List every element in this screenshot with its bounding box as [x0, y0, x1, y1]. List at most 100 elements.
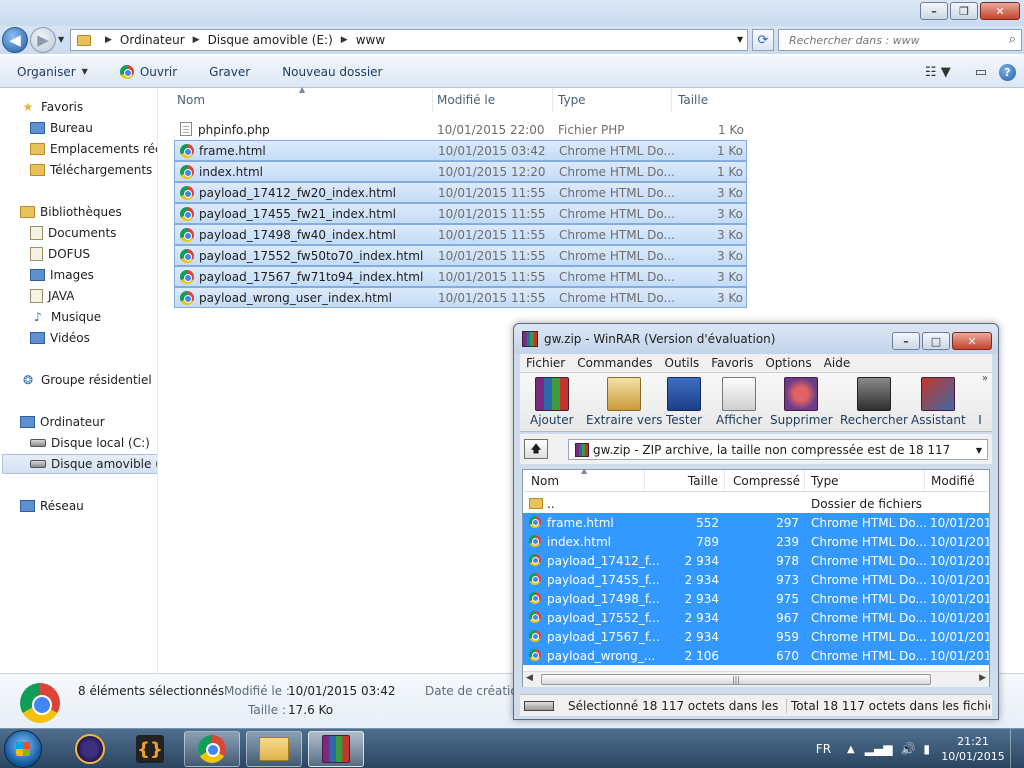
file-row[interactable]: payload_17498_fw40_index.html 10/01/2015…	[174, 224, 747, 245]
forward-button[interactable]: ▶	[30, 27, 56, 53]
nav-removable-disk[interactable]: Disque amovible (E:)	[2, 454, 157, 474]
nav-favorites[interactable]: ★ Favoris	[20, 97, 84, 117]
rar-column-size[interactable]: Taille	[645, 470, 725, 492]
language-indicator[interactable]: FR	[816, 742, 831, 756]
extract-to-button[interactable]: Extraire vers	[586, 377, 663, 427]
chevron-right-icon[interactable]: ▶	[341, 35, 348, 45]
search-input[interactable]	[779, 30, 989, 50]
view-options-icon[interactable]: ☷ ▼	[925, 65, 951, 80]
archive-row[interactable]: payload_17567_f... 2 934 959 Chrome HTML…	[523, 627, 989, 646]
taskbar-brackets[interactable]: {}	[122, 731, 178, 767]
file-row[interactable]: frame.html 10/01/2015 03:42 Chrome HTML …	[174, 140, 747, 161]
nav-music[interactable]: ♪ Musique	[30, 307, 101, 327]
nav-homegroup[interactable]: ❂ Groupe résidentiel	[20, 370, 152, 390]
file-row[interactable]: payload_17412_fw20_index.html 10/01/2015…	[174, 182, 747, 203]
find-button[interactable]: Rechercher	[840, 377, 908, 427]
start-button[interactable]	[4, 730, 42, 768]
taskbar-winrar[interactable]	[308, 731, 364, 767]
open-button[interactable]: Ouvrir	[103, 56, 192, 87]
maximize-button[interactable]: ❐	[950, 2, 978, 20]
horizontal-scrollbar[interactable]: ◀ ||| ▶	[523, 671, 989, 687]
address-bar[interactable]: ▶ Ordinateur ▶ Disque amovible (E:) ▶ ww…	[70, 29, 748, 51]
preview-pane-icon[interactable]: ▭	[975, 65, 987, 80]
scroll-right-icon[interactable]: ▶	[979, 673, 986, 683]
test-button[interactable]: Tester	[666, 377, 702, 427]
nav-videos[interactable]: Vidéos	[30, 328, 90, 348]
menu-options[interactable]: Options	[759, 356, 817, 370]
show-desktop-button[interactable]	[1010, 729, 1024, 768]
file-row[interactable]: payload_17455_fw21_index.html 10/01/2015…	[174, 203, 747, 224]
archive-row[interactable]: payload_17498_f... 2 934 975 Chrome HTML…	[523, 589, 989, 608]
breadcrumb-item[interactable]: Ordinateur	[120, 33, 185, 47]
nav-network[interactable]: Réseau	[20, 496, 84, 516]
file-row[interactable]: payload_wrong_user_index.html 10/01/2015…	[174, 287, 747, 308]
volume-icon[interactable]: 🔊	[900, 742, 915, 756]
nav-computer[interactable]: Ordinateur	[20, 412, 105, 432]
address-dropdown-icon[interactable]: ▼	[737, 35, 743, 44]
column-header-name[interactable]: Nom ▲	[177, 85, 433, 111]
search-box[interactable]: ⌕	[778, 29, 1022, 51]
file-row[interactable]: index.html 10/01/2015 12:20 Chrome HTML …	[174, 161, 747, 182]
archive-row[interactable]: payload_17412_f... 2 934 978 Chrome HTML…	[523, 551, 989, 570]
file-row[interactable]: phpinfo.php 10/01/2015 22:00 Fichier PHP…	[174, 119, 747, 140]
menu-commands[interactable]: Commandes	[571, 356, 658, 370]
nav-dofus[interactable]: DOFUS	[30, 244, 90, 264]
nav-libraries[interactable]: Bibliothèques	[20, 202, 122, 222]
menu-favorites[interactable]: Favoris	[705, 356, 759, 370]
network-signal-icon[interactable]: ▂▄▆	[865, 742, 893, 756]
menu-tools[interactable]: Outils	[659, 356, 706, 370]
toolbar-overflow-icon[interactable]: »	[982, 373, 988, 384]
organize-button[interactable]: Organiser ▼	[0, 56, 103, 87]
winrar-minimize-button[interactable]: –	[892, 332, 920, 350]
new-folder-button[interactable]: Nouveau dossier	[265, 56, 397, 87]
delete-button[interactable]: Supprimer	[770, 377, 833, 427]
rar-column-name[interactable]: Nom ▲	[523, 470, 645, 492]
add-button[interactable]: Ajouter	[530, 377, 574, 427]
history-dropdown-icon[interactable]: ▼	[58, 35, 64, 44]
info-button[interactable]: I	[974, 377, 986, 427]
taskbar-eclipse[interactable]	[62, 731, 118, 767]
rar-column-modified[interactable]: Modifié	[925, 470, 989, 492]
close-button[interactable]: ✕	[980, 2, 1020, 20]
nav-local-disk[interactable]: Disque local (C:)	[30, 433, 150, 453]
breadcrumb-item[interactable]: www	[356, 33, 385, 47]
winrar-close-button[interactable]: ✕	[952, 332, 992, 350]
help-icon[interactable]: ?	[999, 63, 1016, 81]
clock[interactable]: 21:21 10/01/2015	[938, 734, 1008, 764]
column-header-modified[interactable]: Modifié le	[437, 89, 553, 111]
back-button[interactable]: ◀	[2, 27, 28, 53]
power-icon[interactable]: ▮	[923, 742, 930, 756]
file-row[interactable]: payload_17567_fw71to94_index.html 10/01/…	[174, 266, 747, 287]
archive-row[interactable]: payload_17455_f... 2 934 973 Chrome HTML…	[523, 570, 989, 589]
archive-path-dropdown[interactable]: gw.zip - ZIP archive, la taille non comp…	[568, 439, 988, 460]
archive-row-parent[interactable]: .. Dossier de fichiers	[523, 494, 989, 513]
minimize-button[interactable]: –	[920, 2, 948, 20]
up-folder-button[interactable]: 🡅	[524, 439, 548, 459]
nav-documents[interactable]: Documents	[30, 223, 116, 243]
taskbar-explorer[interactable]	[246, 731, 302, 767]
menu-help[interactable]: Aide	[818, 356, 857, 370]
scrollbar-thumb[interactable]: |||	[541, 674, 931, 685]
column-header-size[interactable]: Taille	[678, 89, 750, 111]
rar-column-type[interactable]: Type	[805, 470, 925, 492]
file-row[interactable]: payload_17552_fw50to70_index.html 10/01/…	[174, 245, 747, 266]
show-hidden-icons-icon[interactable]: ▲	[847, 744, 855, 755]
taskbar-chrome[interactable]	[184, 731, 240, 767]
search-icon[interactable]: ⌕	[1009, 32, 1016, 47]
archive-row[interactable]: frame.html 552 297 Chrome HTML Do... 10/…	[523, 513, 989, 532]
column-header-type[interactable]: Type	[558, 89, 672, 111]
archive-row[interactable]: payload_wrong_... 2 106 670 Chrome HTML …	[523, 646, 989, 665]
view-button[interactable]: Afficher	[716, 377, 762, 427]
nav-desktop[interactable]: Bureau	[30, 118, 93, 138]
refresh-button[interactable]: ⟳	[752, 29, 774, 51]
burn-button[interactable]: Graver	[192, 56, 265, 87]
menu-file[interactable]: Fichier	[520, 356, 571, 370]
breadcrumb-item[interactable]: Disque amovible (E:)	[208, 33, 333, 47]
nav-downloads[interactable]: Téléchargements	[30, 160, 152, 180]
archive-row[interactable]: payload_17552_f... 2 934 967 Chrome HTML…	[523, 608, 989, 627]
wizard-button[interactable]: Assistant	[911, 377, 966, 427]
rar-column-packed[interactable]: Compressé	[725, 470, 805, 492]
chevron-right-icon[interactable]: ▶	[193, 35, 200, 45]
nav-images[interactable]: Images	[30, 265, 94, 285]
scroll-left-icon[interactable]: ◀	[526, 673, 533, 683]
